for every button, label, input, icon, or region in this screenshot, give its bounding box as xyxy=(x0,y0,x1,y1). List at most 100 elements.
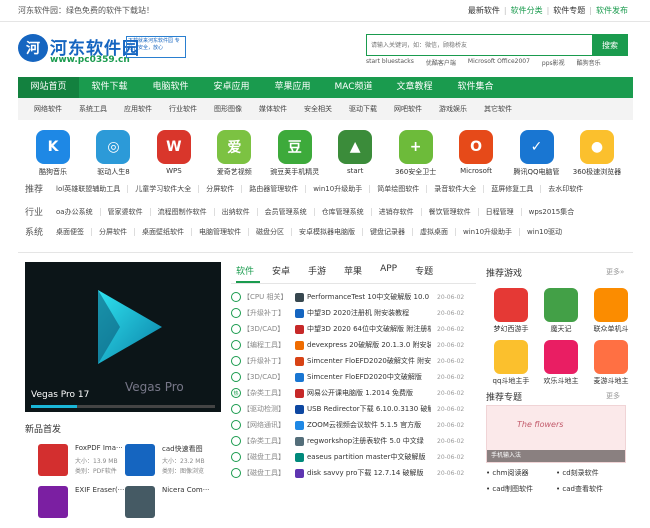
list-item[interactable]: 【驱动检测】 USB Redirector下载 6.10.0.3130 破解 20-… xyxy=(231,401,476,417)
tag-link[interactable]: 分屏软件 xyxy=(199,184,243,193)
hero-slider[interactable]: Vegas Pro Vegas Pro 17 xyxy=(25,262,221,412)
list-title[interactable]: 网易公开课电脑版 1.2014 免费版 xyxy=(307,388,431,398)
list-title[interactable]: ZOOM云视频会议软件 5.1.5 官方版 xyxy=(307,420,431,430)
list-item[interactable]: 【3D/CAD】 中望3D 2020 64位中文破解版 附注册机 20-06-02 xyxy=(231,321,476,337)
tab-mobile-games[interactable]: 手游 xyxy=(308,264,326,277)
list-category[interactable]: 【编程工具】 xyxy=(243,340,295,350)
tag-link[interactable]: oa办公系统 xyxy=(49,207,101,216)
list-item[interactable]: 热【杂类工具】 网易公开课电脑版 1.2014 免费版 20-06-02 xyxy=(231,385,476,401)
list-item[interactable]: 【编程工具】 devexpress 20破解版 20.1.3.0 附安装 20-06… xyxy=(231,337,476,353)
tag-link[interactable]: 电脑管理软件 xyxy=(192,227,250,236)
app-tile[interactable]: ▲ start xyxy=(327,130,383,177)
subnav-item[interactable]: 行业软件 xyxy=(169,104,197,114)
subnav-item[interactable]: 媒体软件 xyxy=(259,104,287,114)
search-input[interactable] xyxy=(366,34,592,56)
subnav-item[interactable]: 网吧软件 xyxy=(394,104,422,114)
top-link-category[interactable]: 软件分类 xyxy=(511,5,543,16)
list-item[interactable]: 【磁盘工具】 easeus partition master中文破解版 20-06-… xyxy=(231,449,476,465)
list-title[interactable]: 中望3D 2020注册机 附安装教程 xyxy=(307,308,431,318)
list-category[interactable]: 【网络通讯】 xyxy=(243,420,295,430)
new-item[interactable]: Nicera Com··· xyxy=(125,486,217,528)
subnav-item[interactable]: 应用软件 xyxy=(124,104,152,114)
tag-link[interactable]: 会员管理系统 xyxy=(257,207,315,216)
tab-app[interactable]: APP xyxy=(380,264,397,277)
tag-link[interactable]: wps2015集合 xyxy=(522,208,582,216)
new-item[interactable]: EXIF Eraser(··· xyxy=(38,486,130,528)
tag-link[interactable]: 简单绘图软件 xyxy=(370,184,428,193)
subnav-item[interactable]: 安全相关 xyxy=(304,104,332,114)
app-tile[interactable]: K 酷狗音乐 xyxy=(25,130,81,177)
tag-link[interactable]: 键盘记录器 xyxy=(363,227,414,236)
list-category[interactable]: 【升级补丁】 xyxy=(243,308,295,318)
tag-link[interactable]: 分屏软件 xyxy=(92,227,136,236)
app-tile[interactable]: ✓ 腾讯QQ电脑管 xyxy=(509,130,565,177)
game-tile[interactable]: 欢乐斗地主 xyxy=(536,340,586,386)
topic-link[interactable]: • cad制图软件 xyxy=(486,484,533,494)
hot-word[interactable]: 优酷客户端 xyxy=(426,58,456,67)
nav-pc[interactable]: 电脑软件 xyxy=(140,77,201,98)
tag-link[interactable]: 录音软件大全 xyxy=(427,184,485,193)
new-item[interactable]: cad快速看图 大小：23.2 MB 类别：图像浏览 xyxy=(125,444,217,486)
tag-link[interactable]: 安卓模拟器电脑版 xyxy=(292,227,364,236)
top-link-publish[interactable]: 软件发布 xyxy=(596,5,628,16)
game-tile[interactable]: 魔天记 xyxy=(536,288,586,334)
app-tile[interactable]: 爱爱奇艺视频 xyxy=(206,130,262,177)
list-category[interactable]: 【杂类工具】 xyxy=(243,436,295,446)
list-category[interactable]: 【3D/CAD】 xyxy=(243,372,295,382)
list-title[interactable]: USB Redirector下载 6.10.0.3130 破解 xyxy=(307,404,431,414)
nav-mac[interactable]: MAC频道 xyxy=(323,77,384,98)
nav-android[interactable]: 安卓应用 xyxy=(201,77,262,98)
list-item[interactable]: 【网络通讯】 ZOOM云视频会议软件 5.1.5 官方版 20-06-02 xyxy=(231,417,476,433)
tag-link[interactable]: win10升级助手 xyxy=(306,184,371,193)
list-title[interactable]: devexpress 20破解版 20.1.3.0 附安装 xyxy=(307,340,431,350)
app-tile[interactable]: +360安全卫士 xyxy=(388,130,444,177)
list-title[interactable]: 中望3D 2020 64位中文破解版 附注册机 xyxy=(307,324,431,334)
top-link-topics[interactable]: 软件专题 xyxy=(553,5,585,16)
topic-link[interactable]: • chm阅读器 xyxy=(486,468,528,478)
list-category[interactable]: 【CPU 相关】 xyxy=(243,292,295,302)
nav-software[interactable]: 软件下载 xyxy=(79,77,140,98)
list-title[interactable]: Simcenter FloEFD2020破解文件 附安 xyxy=(307,356,431,366)
list-item[interactable]: 【3D/CAD】 Simcenter FloEFD2020中文破解版 20-06-0… xyxy=(231,369,476,385)
tag-link[interactable]: 管家婆软件 xyxy=(100,207,151,216)
tab-apple[interactable]: 苹果 xyxy=(344,264,362,277)
list-title[interactable]: PerformanceTest 10中文破解版 10.0 xyxy=(307,292,431,302)
nav-articles[interactable]: 文章教程 xyxy=(384,77,445,98)
game-tile[interactable]: 梦幻西游手 xyxy=(486,288,536,334)
subnav-item[interactable]: 图形图像 xyxy=(214,104,242,114)
search-button[interactable]: 搜索 xyxy=(592,34,628,56)
tab-topics[interactable]: 专题 xyxy=(415,264,433,277)
top-link-latest[interactable]: 最新软件 xyxy=(468,5,500,16)
game-tile[interactable]: 联众单机斗 xyxy=(586,288,636,334)
subnav-item[interactable]: 游戏娱乐 xyxy=(439,104,467,114)
subnav-item[interactable]: 网络软件 xyxy=(34,104,62,114)
topics-more-link[interactable]: 更多 xyxy=(606,391,620,401)
list-title[interactable]: easeus partition master中文破解版 xyxy=(307,452,431,462)
list-title[interactable]: disk savvy pro下载 12.7.14 破解版 xyxy=(307,468,431,478)
tag-link[interactable]: 桌面便签 xyxy=(49,227,93,236)
subnav-item[interactable]: 其它软件 xyxy=(484,104,512,114)
tag-link[interactable]: 虚拟桌面 xyxy=(413,227,457,236)
hot-word[interactable]: 酷狗音乐 xyxy=(577,58,601,67)
list-category[interactable]: 【升级补丁】 xyxy=(243,356,295,366)
tag-link[interactable]: 磁盘分区 xyxy=(249,227,293,236)
list-category[interactable]: 【杂类工具】 xyxy=(243,388,295,398)
tag-link[interactable]: win10升级助手 xyxy=(456,227,521,236)
tag-link[interactable]: 仓库管理系统 xyxy=(314,207,372,216)
list-item[interactable]: 【杂类工具】 regworkshop注册表软件 5.0 中文绿 20-06-02 xyxy=(231,433,476,449)
list-category[interactable]: 【3D/CAD】 xyxy=(243,324,295,334)
hot-word[interactable]: pps影视 xyxy=(542,58,565,67)
app-tile[interactable]: 豆豌豆荚手机精灵 xyxy=(267,130,323,177)
tag-link[interactable]: 出纳软件 xyxy=(214,207,258,216)
hot-word[interactable]: Microsoft Office2007 xyxy=(468,58,530,67)
app-tile[interactable]: ◎ 驱动人生8 xyxy=(85,130,141,177)
game-tile[interactable]: 麦游斗地主 xyxy=(586,340,636,386)
site-logo[interactable]: 河 河东软件园 www.pc0359.cn 下载就来河东软件园 专业，安全，放心 xyxy=(18,32,188,70)
tag-link[interactable]: 桌面壁纸软件 xyxy=(135,227,193,236)
list-item[interactable]: 【升级补丁】 Simcenter FloEFD2020破解文件 附安 20-06-0… xyxy=(231,353,476,369)
list-item[interactable]: 【磁盘工具】 disk savvy pro下载 12.7.14 破解版 20-06-… xyxy=(231,465,476,481)
list-item[interactable]: 【CPU 相关】 PerformanceTest 10中文破解版 10.0 20-0… xyxy=(231,289,476,305)
hot-word[interactable]: start bluestacks xyxy=(366,58,414,67)
tab-android[interactable]: 安卓 xyxy=(272,264,290,277)
list-item[interactable]: 【升级补丁】 中望3D 2020注册机 附安装教程 20-06-02 xyxy=(231,305,476,321)
